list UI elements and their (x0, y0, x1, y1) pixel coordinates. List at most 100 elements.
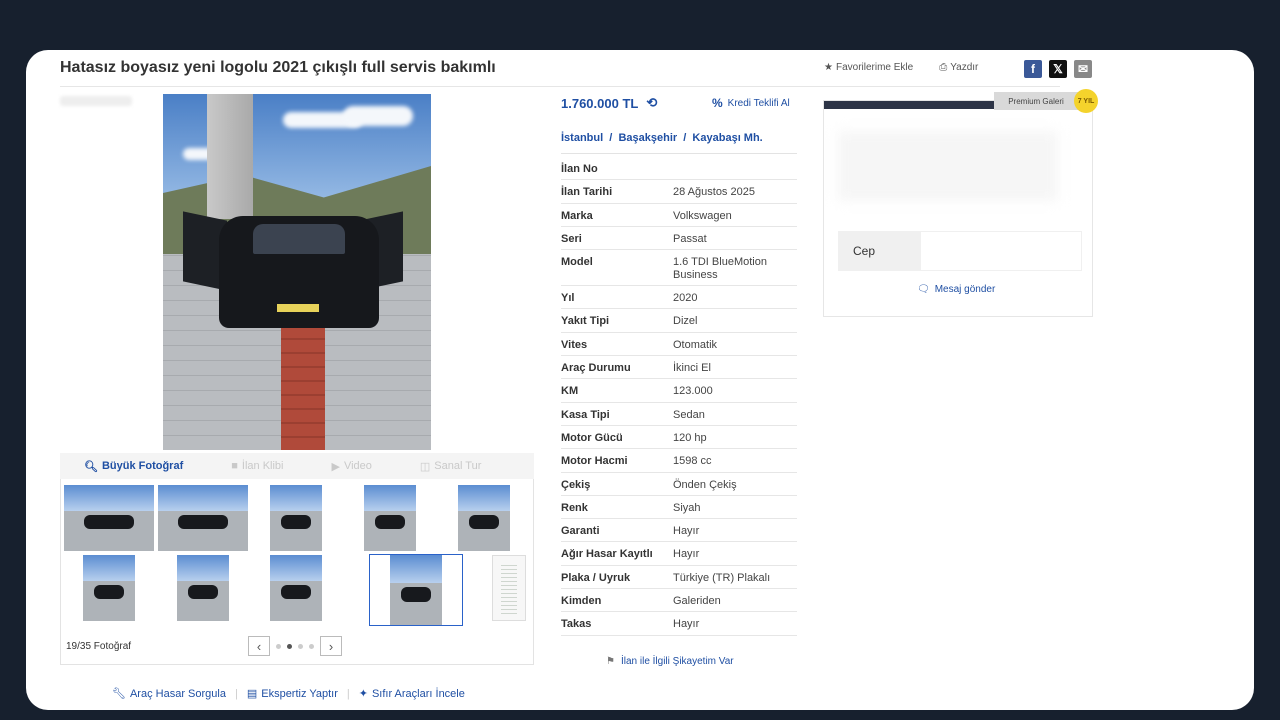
email-icon[interactable]: ✉ (1074, 60, 1092, 78)
phone-box: Cep (838, 231, 1082, 271)
spec-row: Garanti Hayır (561, 519, 797, 543)
spec-key: Takas (561, 618, 592, 631)
title-divider (60, 86, 1060, 87)
spec-key: Marka (561, 209, 593, 222)
sparkle-icon: ✦ (358, 688, 368, 700)
listing-actions: ★ Favorilerime Ekle ⎙ Yazdır (824, 62, 1004, 73)
thumbnail[interactable] (64, 485, 154, 551)
photo-pager: ‹ › (248, 636, 342, 656)
pager-dot[interactable] (276, 643, 281, 649)
listing-card: Hatasız boyasız yeni logolu 2021 çıkışlı… (26, 50, 1254, 710)
spec-row: Model 1.6 TDI BlueMotion Business (561, 250, 797, 287)
flag-icon: ⚑ (606, 656, 615, 667)
document-lines (501, 562, 517, 614)
main-photo[interactable] (163, 94, 431, 450)
magnifier-icon: 🔍︎ (84, 460, 98, 473)
thumbnail[interactable] (158, 485, 248, 551)
price-history-icon[interactable]: ⟲ (646, 95, 657, 111)
damage-query-link[interactable]: 🔧︎ Araç Hasar Sorgula (112, 687, 226, 701)
spec-row: Motor Gücü 120 hp (561, 426, 797, 450)
link-separator: | (234, 687, 238, 700)
bottom-links: 🔧︎ Araç Hasar Sorgula | ▤ Ekspertiz Yapt… (112, 687, 465, 701)
spec-key: Ağır Hasar Kayıtlı (561, 548, 653, 561)
video-label: Video (343, 460, 372, 472)
spec-value: Otomatik (673, 338, 718, 351)
video-clip-button[interactable]: ■ İlan Klibi (207, 460, 307, 472)
spec-key: Araç Durumu (561, 362, 631, 375)
spec-value: 123.000 (673, 385, 713, 398)
spec-value: Galeriden (673, 595, 721, 608)
spec-key: Yakıt Tipi (561, 315, 610, 328)
price: 1.760.000 TL ⟲ (561, 95, 657, 111)
big-photo-button[interactable]: 🔍︎ Büyük Fotoğraf (60, 460, 207, 473)
spec-value: Türkiye (TR) Plakalı (673, 571, 771, 584)
spec-value: Dizel (673, 315, 698, 328)
spec-key: Plaka / Uyruk (561, 571, 631, 584)
printer-icon: ⎙ (939, 62, 948, 73)
location-breadcrumb[interactable]: İstanbul / Başakşehir / Kayabaşı Mh. (561, 132, 763, 144)
spec-value: Hayır (673, 618, 700, 631)
video-button[interactable]: ▶ Video (307, 460, 395, 473)
virtual-tour-label: Sanal Tur (434, 460, 482, 472)
photo-path (281, 324, 325, 450)
thumbnail[interactable] (270, 485, 322, 551)
premium-badge: Premium Galeri (994, 92, 1078, 110)
percent-icon: % (712, 96, 723, 110)
car-windshield (253, 224, 345, 254)
play-icon: ▶ (331, 460, 340, 473)
complaint-link[interactable]: ⚑ İlan ile İlgili Şikayetim Var (606, 656, 734, 667)
spec-value: 28 Ağustos 2025 (673, 186, 755, 199)
credit-offer-link[interactable]: % Kredi Teklifi Al (712, 96, 790, 110)
virtual-tour-button[interactable]: ◫ Sanal Tur (396, 460, 506, 473)
complaint-label: İlan ile İlgili Şikayetim Var (620, 656, 734, 667)
spec-row: İlan No (561, 157, 797, 181)
print-button[interactable]: ⎙ Yazdır (939, 62, 978, 73)
spec-row: Motor Hacmi 1598 cc (561, 449, 797, 473)
spec-value: 120 hp (673, 431, 707, 444)
video-clip-label: İlan Klibi (241, 460, 284, 472)
thumbnail[interactable] (270, 555, 322, 621)
spec-row: Çekiş Önden Çekiş (561, 473, 797, 496)
send-message-button[interactable]: 🗨︎ Mesaj gönder (917, 284, 995, 295)
thumbnail[interactable] (83, 555, 135, 621)
spec-value: Önden Çekiş (673, 478, 737, 491)
spec-value: Passat (673, 232, 707, 245)
spec-table: İlan No İlan Tarihi 28 Ağustos 2025 Marka Vo… (561, 157, 797, 636)
x-icon[interactable]: 𝕏 (1049, 60, 1067, 78)
spec-row: İlan Tarihi 28 Ağustos 2025 (561, 180, 797, 204)
expertise-link[interactable]: ▤ Ekspertiz Yaptır (247, 687, 338, 701)
star-icon: ★ (824, 62, 833, 73)
prev-photo-button[interactable]: ‹ (248, 636, 270, 656)
spec-value: Hayır (673, 525, 700, 538)
spec-row: Seri Passat (561, 227, 797, 251)
spec-row: Yıl 2020 (561, 286, 797, 310)
thumbnail-document[interactable] (492, 555, 526, 621)
spec-key: Yıl (561, 292, 575, 305)
spec-row: Marka Volkswagen (561, 204, 797, 227)
thumbnail-selected[interactable] (369, 554, 463, 626)
spec-key: İlan Tarihi (561, 186, 613, 199)
thumbnail[interactable] (458, 485, 510, 551)
spec-row: Renk Siyah (561, 496, 797, 520)
spec-value: 1.6 TDI BlueMotion Business (673, 256, 767, 282)
spec-key: Model (561, 256, 593, 269)
new-cars-link[interactable]: ✦ Sıfır Araçları İncele (358, 687, 465, 701)
pager-dot-active[interactable] (287, 643, 292, 649)
thumbnail[interactable] (177, 555, 229, 621)
link-separator: | (346, 687, 350, 700)
pager-dot[interactable] (298, 643, 303, 649)
favorite-button[interactable]: ★ Favorilerime Ekle (824, 62, 913, 73)
next-photo-button[interactable]: › (320, 636, 342, 656)
spec-key: Garanti (561, 525, 600, 538)
credit-offer-label: Kredi Teklifi Al (727, 97, 790, 109)
new-cars-label: Sıfır Araçları İncele (371, 687, 465, 700)
spec-row: Araç Durumu İkinci El (561, 356, 797, 380)
share-buttons: f 𝕏 ✉ (1024, 60, 1092, 78)
spec-key: Kimden (561, 595, 602, 608)
pager-dot[interactable] (309, 643, 314, 649)
facebook-icon[interactable]: f (1024, 60, 1042, 78)
spec-row: Takas Hayır (561, 612, 797, 636)
tour-icon: ◫ (419, 460, 431, 473)
thumbnail[interactable] (364, 485, 416, 551)
blurred-seller-info (838, 131, 1058, 201)
